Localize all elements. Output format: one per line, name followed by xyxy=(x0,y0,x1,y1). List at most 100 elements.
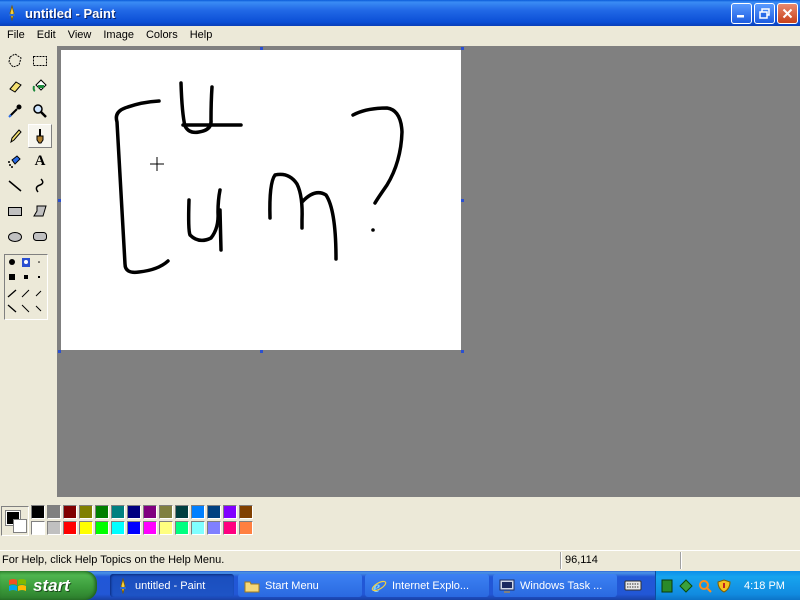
palette-swatch[interactable] xyxy=(111,505,125,519)
palette-swatch[interactable] xyxy=(239,505,253,519)
workspace xyxy=(57,46,800,497)
taskbar-button-label: Start Menu xyxy=(265,579,319,592)
resize-handle-bottom-right[interactable] xyxy=(461,350,464,353)
curve-icon xyxy=(35,178,44,193)
palette-swatch[interactable] xyxy=(239,521,253,535)
palette-swatch[interactable] xyxy=(223,505,237,519)
palette-swatch[interactable] xyxy=(47,521,61,535)
status-bar: For Help, click Help Topics on the Help … xyxy=(0,550,800,570)
tool-pencil[interactable] xyxy=(3,124,27,148)
taskbar-button-label: Internet Explo... xyxy=(392,579,470,592)
resize-handle-bottom[interactable] xyxy=(260,350,263,353)
rectangle-icon xyxy=(8,207,22,216)
menu-edit[interactable]: Edit xyxy=(31,26,62,44)
eyedropper-icon xyxy=(8,104,22,118)
tool-ellipse[interactable] xyxy=(3,224,27,248)
tool-free-form-select[interactable] xyxy=(3,49,27,73)
rect-select-icon xyxy=(33,56,47,66)
tool-line[interactable] xyxy=(3,174,27,198)
tool-polygon[interactable] xyxy=(28,199,52,223)
resize-handle-bottom-left[interactable] xyxy=(58,350,61,353)
task-manager-icon xyxy=(499,579,515,593)
tool-brush[interactable] xyxy=(28,124,52,148)
palette-swatch[interactable] xyxy=(207,521,221,535)
status-help-text: For Help, click Help Topics on the Help … xyxy=(2,554,225,566)
tool-eraser[interactable] xyxy=(3,74,27,98)
palette-swatch[interactable] xyxy=(95,521,109,535)
tray-network-icon[interactable] xyxy=(659,578,675,594)
crosshair-cursor-icon xyxy=(150,157,164,171)
menu-help[interactable]: Help xyxy=(184,26,219,44)
tool-select[interactable] xyxy=(28,49,52,73)
palette-swatch[interactable] xyxy=(159,505,173,519)
paint-icon xyxy=(120,577,126,594)
palette-swatch[interactable] xyxy=(79,505,93,519)
system-tray: 4:18 PM xyxy=(655,571,800,600)
palette-swatch[interactable] xyxy=(143,505,157,519)
resize-handle-top[interactable] xyxy=(260,47,263,50)
tool-pick-color[interactable] xyxy=(3,99,27,123)
palette-swatch[interactable] xyxy=(31,521,45,535)
palette-swatch[interactable] xyxy=(127,505,141,519)
palette-swatch[interactable] xyxy=(191,505,205,519)
palette-swatch[interactable] xyxy=(207,505,221,519)
tool-rounded-rectangle[interactable] xyxy=(28,224,52,248)
palette-swatch[interactable] xyxy=(111,521,125,535)
tray-search-icon[interactable] xyxy=(697,578,713,594)
menu-image[interactable]: Image xyxy=(97,26,140,44)
resize-handle-left[interactable] xyxy=(58,199,61,202)
paint-app-icon[interactable] xyxy=(4,5,20,21)
menu-colors[interactable]: Colors xyxy=(140,26,184,44)
toolbox: A xyxy=(0,46,57,494)
tool-curve[interactable] xyxy=(28,174,52,198)
tool-fill[interactable] xyxy=(28,74,52,98)
minimize-button[interactable] xyxy=(731,3,752,24)
palette-swatch[interactable] xyxy=(47,505,61,519)
tool-airbrush[interactable] xyxy=(3,149,27,173)
fill-bucket-icon xyxy=(32,79,47,92)
close-button[interactable] xyxy=(777,3,798,24)
start-button[interactable]: start xyxy=(0,571,97,600)
palette-swatch[interactable] xyxy=(95,505,109,519)
keyboard-language-button[interactable] xyxy=(624,577,642,596)
start-label: start xyxy=(33,575,70,595)
taskbar-clock[interactable]: 4:18 PM xyxy=(744,580,785,592)
palette-swatch[interactable] xyxy=(223,521,237,535)
palette-swatch[interactable] xyxy=(79,521,93,535)
taskbar-button-task-manager[interactable]: Windows Task ... xyxy=(493,574,617,597)
palette-swatch[interactable] xyxy=(175,505,189,519)
menu-view[interactable]: View xyxy=(62,26,98,44)
tray-security-shield-icon[interactable] xyxy=(716,578,732,594)
resize-handle-top-right[interactable] xyxy=(461,47,464,50)
text-icon: A xyxy=(34,152,46,169)
palette-swatch[interactable] xyxy=(31,505,45,519)
tool-magnifier[interactable] xyxy=(28,99,52,123)
free-select-icon xyxy=(8,53,22,68)
palette-swatch[interactable] xyxy=(63,505,77,519)
menu-file[interactable]: File xyxy=(1,26,31,44)
palette-swatch[interactable] xyxy=(175,521,189,535)
palette-swatch[interactable] xyxy=(191,521,205,535)
current-colors xyxy=(1,506,29,536)
close-icon xyxy=(782,8,793,19)
drawing-canvas[interactable] xyxy=(58,47,464,353)
tool-rectangle[interactable] xyxy=(3,199,27,223)
tray-update-icon[interactable] xyxy=(678,578,694,594)
restore-button[interactable] xyxy=(754,3,775,24)
taskbar-button-start-menu[interactable]: Start Menu xyxy=(238,574,362,597)
tool-text[interactable]: A xyxy=(28,149,52,173)
taskbar-button-internet-explorer[interactable]: e Internet Explo... xyxy=(365,574,489,597)
magnifier-icon xyxy=(33,104,47,118)
taskbar: start untitled - Paint Start Menu e Inte… xyxy=(0,571,800,600)
restore-icon xyxy=(759,8,770,19)
brush-shape-options[interactable] xyxy=(4,254,48,320)
palette-swatch[interactable] xyxy=(143,521,157,535)
color-palette xyxy=(0,497,800,543)
title-bar[interactable]: untitled - Paint xyxy=(0,0,800,26)
palette-swatch[interactable] xyxy=(63,521,77,535)
taskbar-button-paint[interactable]: untitled - Paint xyxy=(110,574,234,597)
palette-swatch[interactable] xyxy=(159,521,173,535)
resize-handle-right[interactable] xyxy=(461,199,464,202)
brush-shapes-icon xyxy=(7,258,42,313)
palette-swatch[interactable] xyxy=(127,521,141,535)
